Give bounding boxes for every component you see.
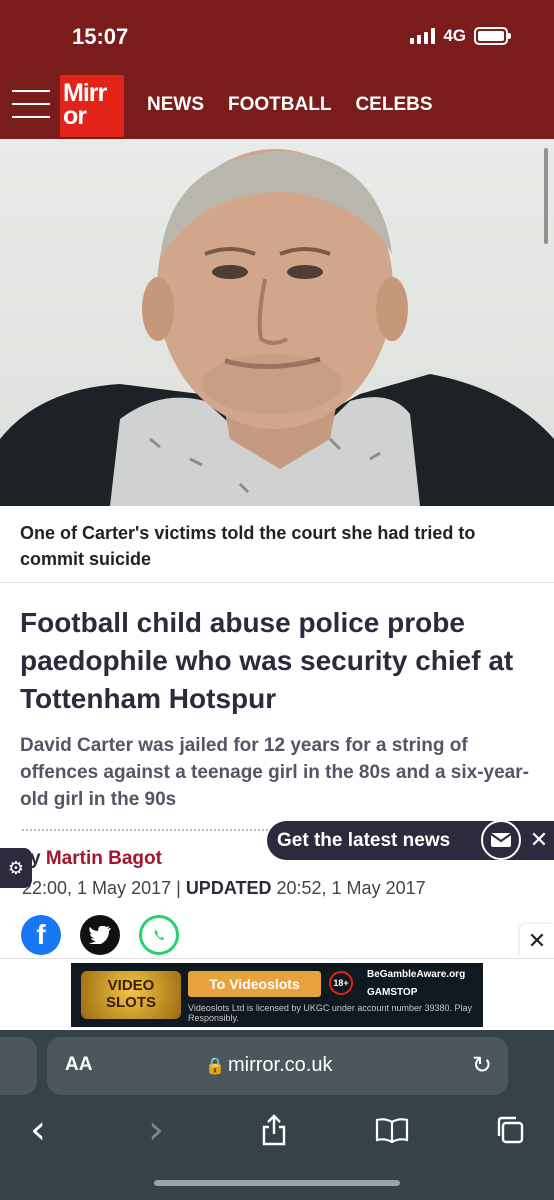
network-type: 4G (443, 26, 466, 45)
lock-icon: 🔒 (205, 1058, 225, 1075)
article-standfirst: David Carter was jailed for 12 years for… (20, 735, 529, 810)
url-text[interactable]: mirror.co.uk (228, 1054, 332, 1077)
menu-icon[interactable] (12, 90, 50, 122)
nav-item-celebs[interactable]: CELEBS (355, 94, 432, 116)
ad-logo-line1: VIDEO (107, 977, 155, 994)
logo-text-bottom: or (63, 102, 87, 130)
scrollbar[interactable] (544, 148, 548, 244)
gamstop-badge: GAMSTOP (367, 987, 418, 998)
mugshot-illustration (0, 149, 554, 506)
published-date: 22:00, 1 May 2017 (22, 878, 172, 898)
status-indicators: 4G (410, 26, 511, 46)
twitter-share-icon[interactable] (80, 915, 120, 955)
tabs-icon[interactable] (490, 1110, 530, 1150)
status-time: 15:07 (72, 24, 129, 49)
hero-image (0, 139, 554, 506)
ad-logo-line2: SLOTS (105, 994, 156, 1011)
share-icon[interactable] (254, 1110, 294, 1150)
previous-tab-stub[interactable] (0, 1037, 37, 1095)
ad-cta-button[interactable]: To Videoslots (188, 971, 321, 997)
author-link[interactable]: Martin Bagot (46, 848, 162, 869)
whatsapp-share-icon[interactable] (139, 915, 179, 955)
begambleaware-text: BeGambleAware.org (367, 969, 466, 980)
header: 15:07 4G Mirr or NEWS FOOTBALL CELEBS (0, 0, 554, 139)
facebook-share-icon[interactable]: f (21, 915, 61, 955)
battery-icon (474, 27, 511, 45)
byline: y Martin Bagot (30, 848, 162, 870)
videoslots-logo: VIDEO SLOTS (81, 971, 181, 1019)
image-caption: One of Carter's victims told the court s… (20, 523, 476, 569)
ad-close-icon[interactable]: ✕ (520, 924, 554, 958)
main-nav: NEWS FOOTBALL CELEBS (147, 94, 433, 116)
article-headline: Football child abuse police probe paedop… (20, 607, 514, 714)
signal-icon (410, 28, 436, 44)
mirror-logo[interactable]: Mirr or (60, 75, 124, 137)
nav-item-football[interactable]: FOOTBALL (228, 94, 331, 116)
nav-item-news[interactable]: NEWS (147, 94, 204, 116)
videoslots-ad[interactable]: VIDEO SLOTS To Videoslots 18+ BeGambleAw… (71, 963, 483, 1027)
updated-label: UPDATED (185, 878, 272, 898)
back-icon[interactable]: ‹ (18, 1107, 58, 1153)
gear-icon[interactable]: ⚙ (0, 848, 32, 888)
home-indicator (154, 1180, 400, 1186)
close-icon[interactable]: ✕ (524, 821, 554, 860)
ad-legal-text: Videoslots Ltd is licensed by UKGC under… (188, 1003, 472, 1023)
browser-nav-bar: ‹ › (0, 1107, 554, 1153)
mail-icon[interactable] (481, 820, 521, 860)
divider (0, 582, 554, 583)
bookmarks-icon[interactable] (372, 1110, 412, 1150)
dateline: 22:00, 1 May 2017 | UPDATED 20:52, 1 May… (22, 878, 426, 899)
address-bar[interactable]: AA 🔒 mirror.co.uk ↻ (47, 1037, 508, 1095)
updated-date: 20:52, 1 May 2017 (276, 878, 426, 898)
reload-icon[interactable]: ↻ (472, 1051, 492, 1080)
date-separator: | (176, 878, 186, 898)
reader-settings-button[interactable]: AA (65, 1054, 92, 1076)
forward-icon[interactable]: › (136, 1107, 176, 1153)
age-badge: 18+ (329, 971, 353, 995)
